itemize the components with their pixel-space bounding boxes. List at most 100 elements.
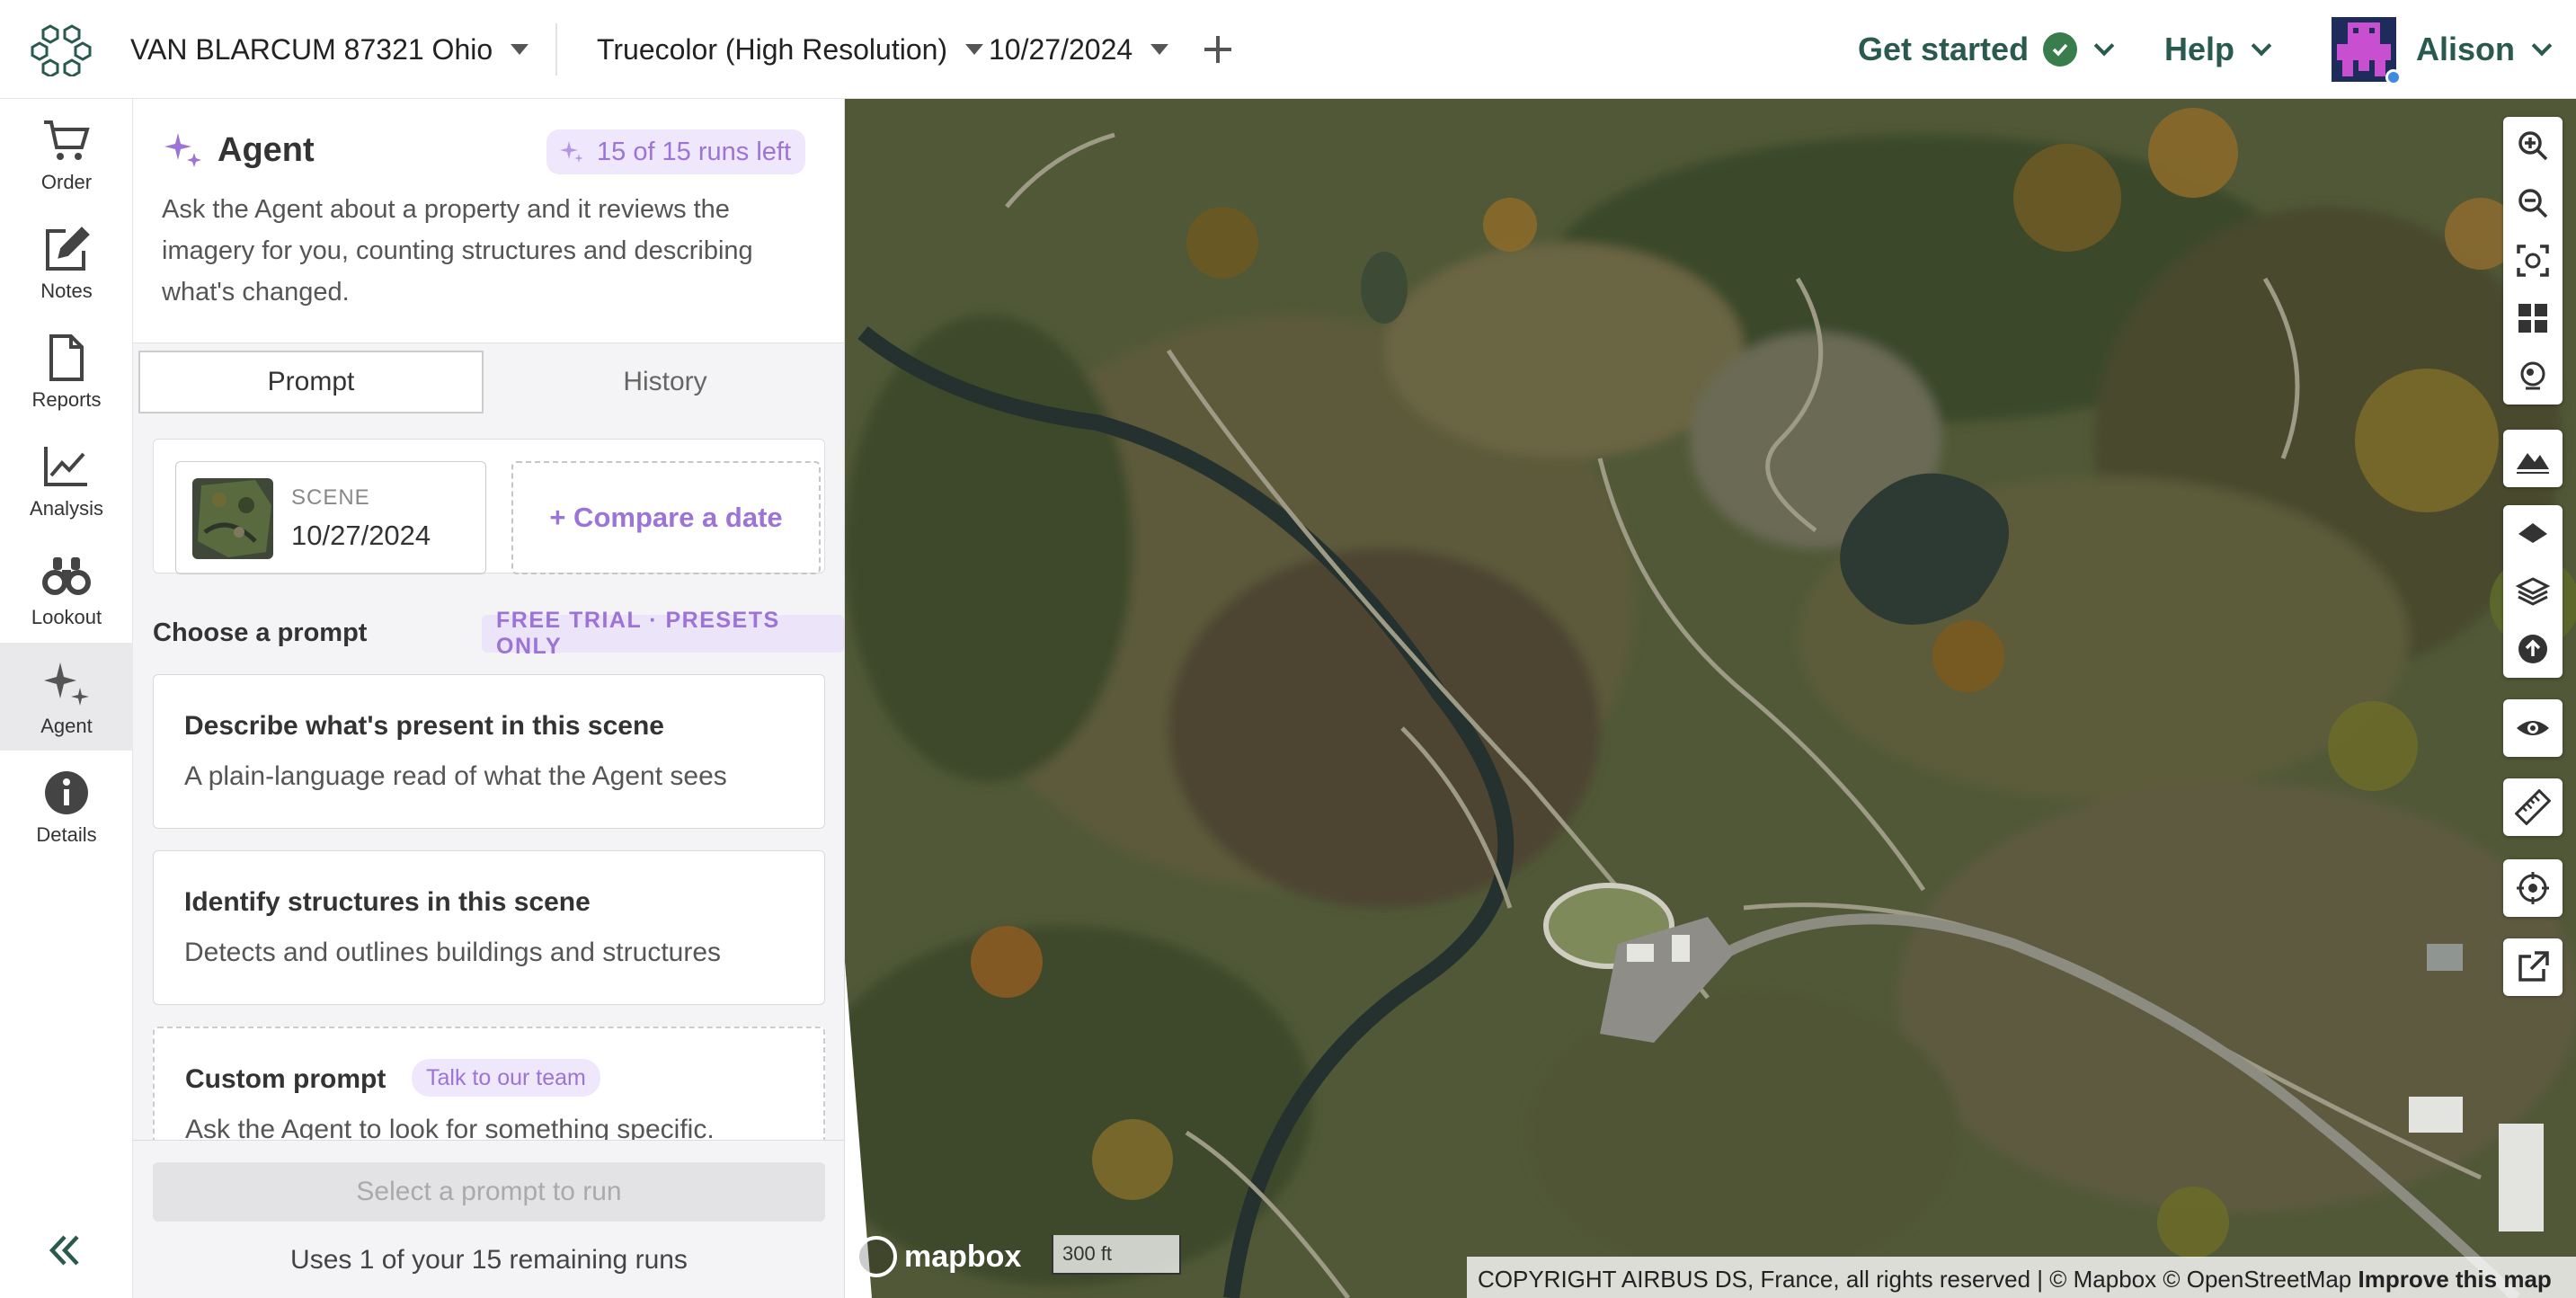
scene-card: SCENE 10/27/2024 + Compare a date bbox=[153, 439, 825, 574]
run-prompt-button[interactable]: Select a prompt to run bbox=[153, 1162, 825, 1222]
layers-button[interactable] bbox=[2503, 563, 2563, 620]
nav-item-reports[interactable]: Reports bbox=[0, 316, 133, 424]
zoom-out-button[interactable] bbox=[2503, 174, 2563, 232]
prompt-title: Describe what's present in this scene bbox=[184, 711, 664, 741]
satellite-imagery bbox=[845, 99, 2576, 1298]
add-icon[interactable] bbox=[1199, 31, 1237, 68]
zoom-out-icon bbox=[2518, 189, 2548, 218]
map-toolbar-measure bbox=[2503, 778, 2563, 836]
choose-prompt-label: Choose a prompt bbox=[153, 618, 368, 647]
fit-bounds-icon bbox=[2517, 244, 2549, 277]
crosshair-icon bbox=[2517, 872, 2549, 904]
cart-icon bbox=[44, 120, 90, 160]
runs-left-badge: 15 of 15 runs left bbox=[546, 129, 806, 174]
tab-bar: Prompt History bbox=[138, 351, 838, 419]
nav-item-lookout[interactable]: Lookout bbox=[0, 534, 133, 642]
nav-label: Notes bbox=[40, 280, 93, 302]
prompt-option-describe[interactable]: Describe what's present in this scene A … bbox=[153, 674, 825, 829]
search-location-button[interactable] bbox=[2503, 347, 2563, 405]
status-dot bbox=[2385, 69, 2402, 85]
location-label: VAN BLARCUM 87321 Ohio bbox=[130, 32, 493, 66]
nav-rail: Order Notes Reports Analysis Lookout Age… bbox=[0, 99, 133, 1298]
map-toolbar-visibility bbox=[2503, 699, 2563, 757]
layer-diamond-icon bbox=[2518, 523, 2547, 543]
layers-icon bbox=[2515, 577, 2551, 606]
scene-label: SCENE bbox=[291, 485, 370, 510]
date-label: 10/27/2024 bbox=[989, 32, 1133, 66]
nav-label: Lookout bbox=[31, 606, 102, 628]
user-menu[interactable]: Alison bbox=[2332, 0, 2553, 99]
terrain-icon bbox=[2517, 453, 2549, 474]
map-toolbar-terrain bbox=[2503, 430, 2563, 487]
grid-button[interactable] bbox=[2503, 289, 2563, 347]
prompt-description: A plain-language read of what the Agent … bbox=[184, 761, 727, 791]
prompt-description: Detects and outlines buildings and struc… bbox=[184, 938, 722, 967]
free-trial-badge: FREE TRIAL · PRESETS ONLY bbox=[482, 608, 844, 659]
top-bar: VAN BLARCUM 87321 Ohio Truecolor (High R… bbox=[0, 0, 2576, 99]
help-menu[interactable]: Help bbox=[2164, 0, 2272, 99]
external-link-icon bbox=[2518, 951, 2549, 982]
talk-to-team-badge[interactable]: Talk to our team bbox=[412, 1059, 600, 1097]
chevron-down-icon bbox=[2531, 35, 2553, 57]
panel-title: Agent bbox=[218, 131, 315, 169]
tab-prompt[interactable]: Prompt bbox=[138, 351, 484, 413]
layer-button[interactable] bbox=[2503, 505, 2563, 563]
date-dropdown[interactable]: 10/27/2024 bbox=[989, 0, 1169, 99]
open-external-button[interactable] bbox=[2503, 938, 2563, 996]
help-label: Help bbox=[2164, 31, 2235, 67]
locate-button[interactable] bbox=[2503, 859, 2563, 917]
attribution-text: COPYRIGHT AIRBUS DS, France, all rights … bbox=[1478, 1266, 2352, 1293]
divider bbox=[555, 23, 557, 76]
visibility-button[interactable] bbox=[2503, 699, 2563, 757]
improve-map-link[interactable]: Improve this map bbox=[2358, 1266, 2552, 1293]
measure-button[interactable] bbox=[2503, 778, 2563, 836]
panel-header: Agent 15 of 15 runs left Ask the Agent a… bbox=[133, 99, 844, 343]
caret-down-icon bbox=[511, 44, 529, 55]
nav-item-order[interactable]: Order bbox=[0, 99, 133, 207]
compare-date-button[interactable]: + Compare a date bbox=[511, 461, 821, 574]
info-icon bbox=[45, 771, 88, 814]
mapbox-icon bbox=[856, 1236, 897, 1277]
upload-button[interactable] bbox=[2503, 620, 2563, 678]
ruler-icon bbox=[2515, 789, 2551, 825]
nav-label: Order bbox=[40, 171, 93, 193]
imagery-dropdown[interactable]: Truecolor (High Resolution) bbox=[597, 0, 984, 99]
get-started-menu[interactable]: Get started bbox=[1858, 0, 2115, 99]
caret-down-icon bbox=[965, 44, 984, 55]
avatar bbox=[2332, 17, 2402, 85]
chevron-down-icon bbox=[2093, 35, 2115, 57]
map-toolbar-locate bbox=[2503, 859, 2563, 917]
terrain-button[interactable] bbox=[2503, 430, 2563, 487]
nav-item-agent[interactable]: Agent bbox=[0, 643, 133, 751]
mapbox-wordmark: mapbox bbox=[904, 1239, 1022, 1274]
user-name: Alison bbox=[2416, 31, 2516, 67]
tab-history[interactable]: History bbox=[493, 351, 838, 413]
app-logo-icon[interactable] bbox=[31, 22, 93, 76]
mapbox-logo[interactable]: mapbox bbox=[856, 1231, 1021, 1282]
chart-line-icon bbox=[44, 447, 87, 486]
map-toolbar-layers bbox=[2503, 505, 2563, 678]
satellite-map[interactable] bbox=[845, 99, 2576, 1298]
runs-left-text: 15 of 15 runs left bbox=[597, 137, 792, 166]
eye-icon bbox=[2517, 721, 2549, 735]
location-dropdown[interactable]: VAN BLARCUM 87321 Ohio bbox=[130, 0, 529, 99]
zoom-in-button[interactable] bbox=[2503, 117, 2563, 174]
scene-selector[interactable]: SCENE 10/27/2024 bbox=[175, 461, 486, 574]
agent-panel: Agent 15 of 15 runs left Ask the Agent a… bbox=[133, 99, 845, 1298]
chevron-down-icon bbox=[2251, 35, 2272, 57]
scene-date: 10/27/2024 bbox=[291, 520, 431, 551]
fit-bounds-button[interactable] bbox=[2503, 232, 2563, 289]
nav-item-details[interactable]: Details bbox=[0, 751, 133, 859]
prompt-title: Identify structures in this scene bbox=[184, 887, 591, 917]
nav-item-notes[interactable]: Notes bbox=[0, 208, 133, 316]
map-attribution: COPYRIGHT AIRBUS DS, France, all rights … bbox=[1467, 1257, 2576, 1298]
sparkle-icon bbox=[560, 141, 583, 163]
double-chevron-left-icon[interactable] bbox=[41, 1228, 86, 1273]
nav-item-analysis[interactable]: Analysis bbox=[0, 425, 133, 533]
map-toolbar-view bbox=[2503, 117, 2563, 405]
prompt-option-structures[interactable]: Identify structures in this scene Detect… bbox=[153, 850, 825, 1005]
nav-label: Reports bbox=[31, 388, 102, 411]
sparkle-icon bbox=[44, 662, 89, 706]
panel-footer: Select a prompt to run Uses 1 of your 15… bbox=[133, 1140, 844, 1298]
sparkle-icon bbox=[164, 133, 201, 167]
